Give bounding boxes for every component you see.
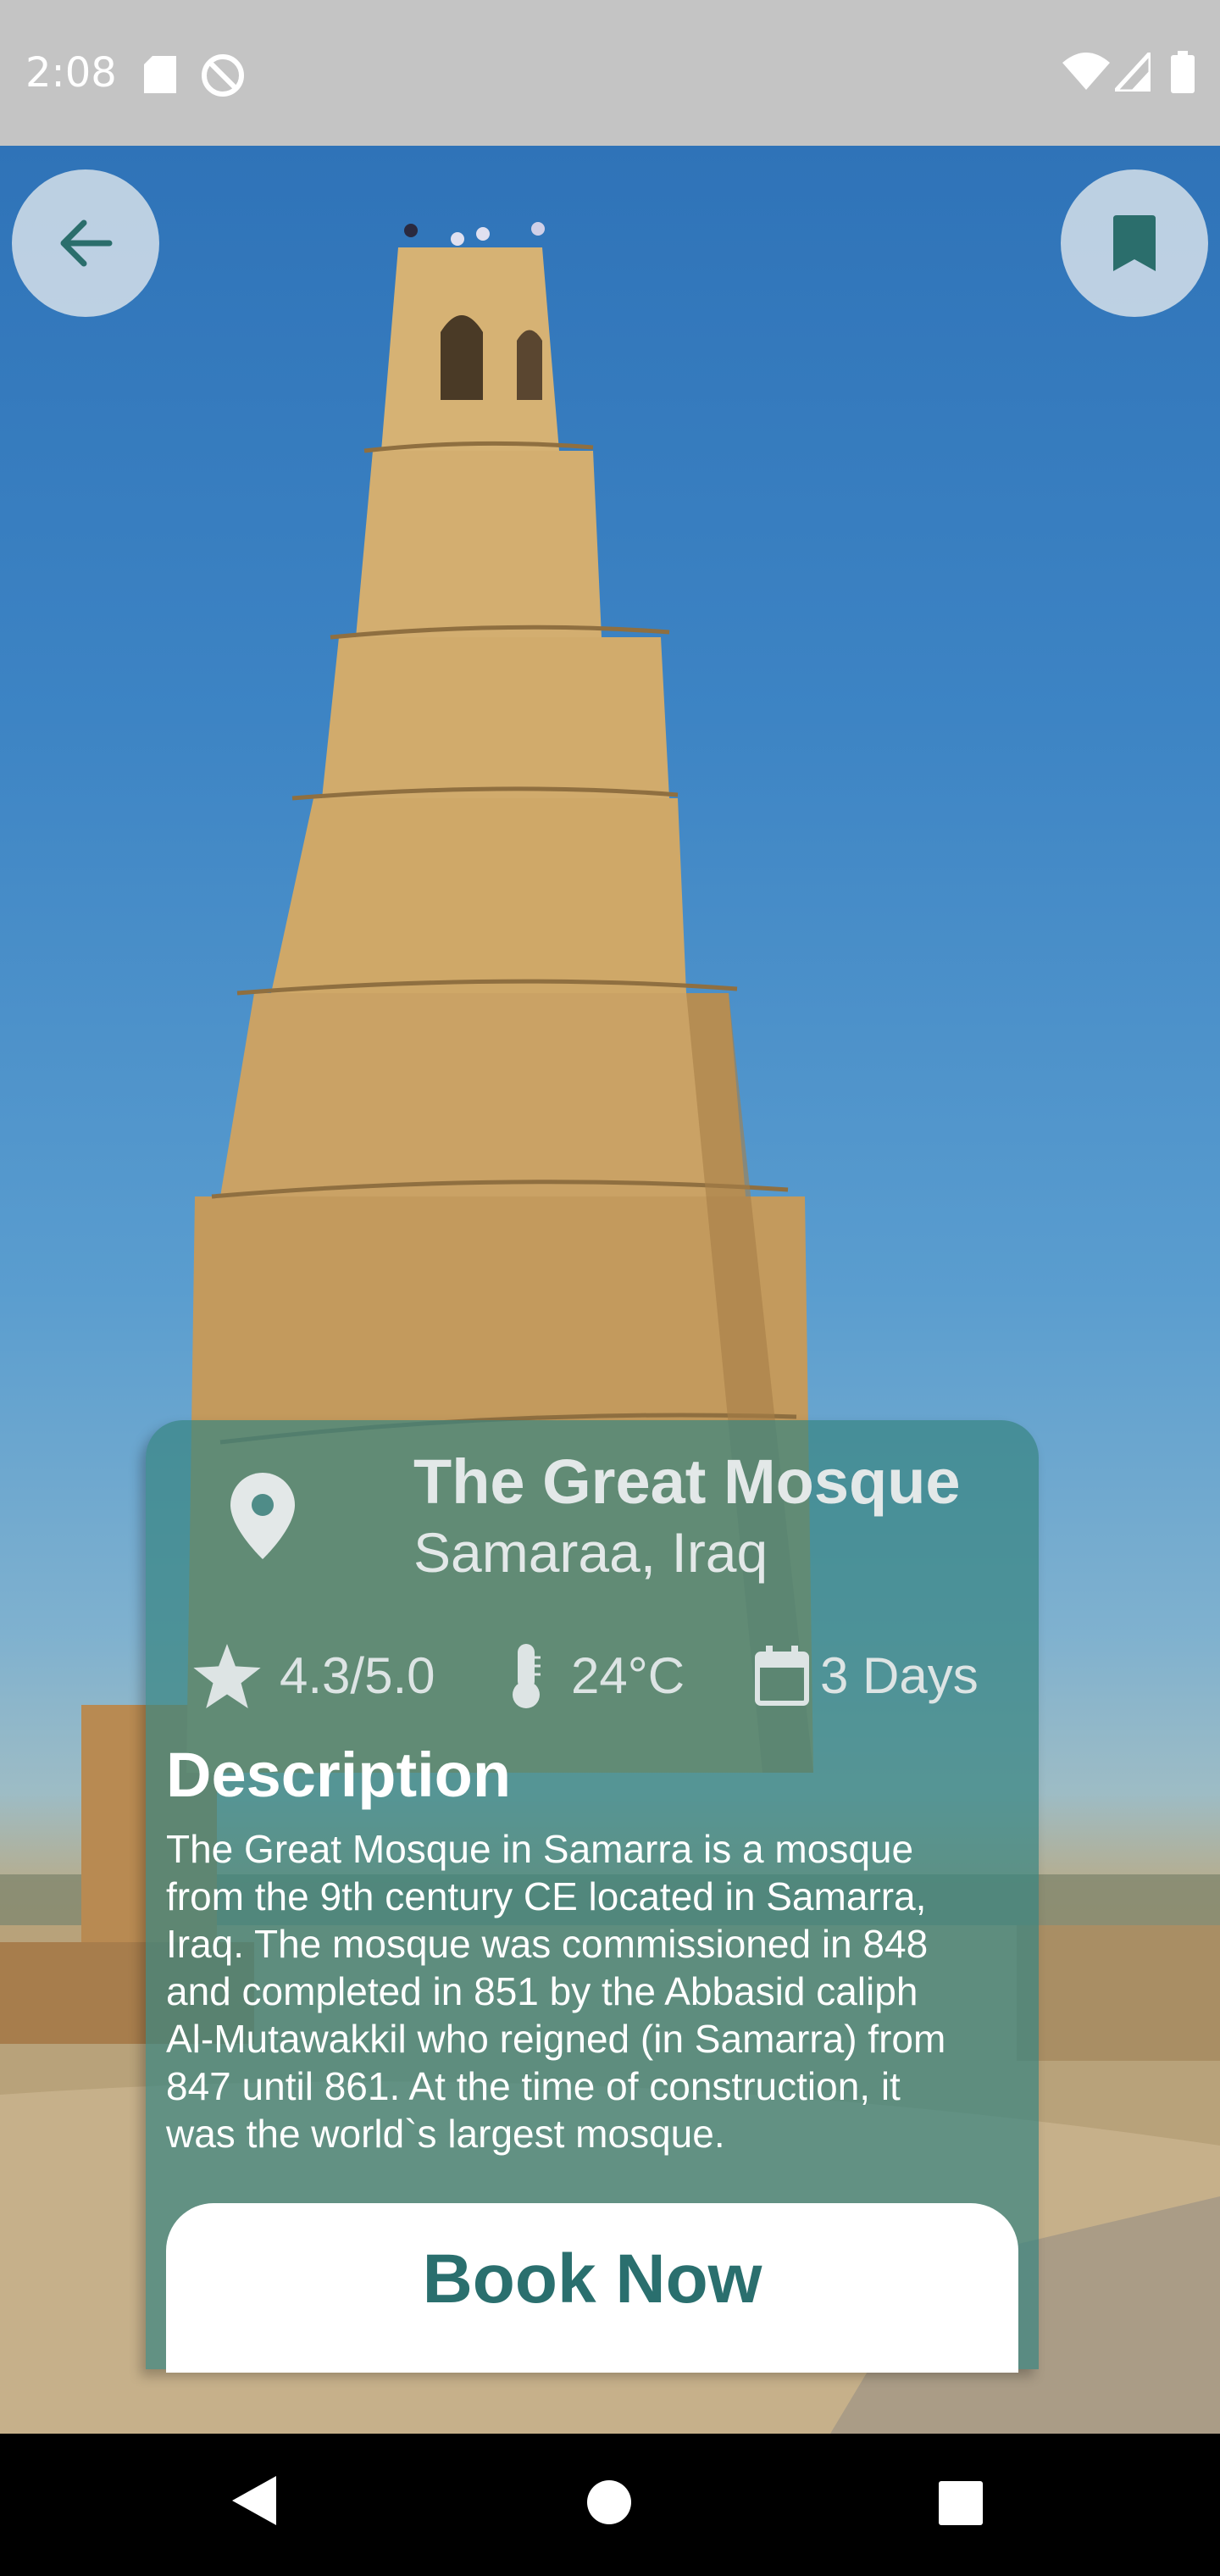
rating-value: 4.3/5.0 [280, 1647, 435, 1704]
place-title: The Great Mosque [413, 1446, 961, 1517]
place-stats: 4.3/5.0 24°C 3 Days [193, 1634, 1040, 1718]
thermometer-icon [513, 1644, 541, 1708]
home-circle-icon[interactable] [586, 2479, 632, 2525]
signal-icon [1115, 53, 1151, 92]
rating-stat: 4.3/5.0 [193, 1634, 435, 1718]
book-now-button[interactable]: Book Now [166, 2203, 1018, 2373]
calendar-icon [755, 1646, 809, 1706]
bookmark-button[interactable] [1061, 169, 1208, 317]
duration-value: 3 Days [820, 1647, 979, 1704]
description-text: The Great Mosque in Samarra is a mosque … [166, 1825, 1022, 2157]
temperature-value: 24°C [571, 1647, 685, 1704]
description-heading: Description [166, 1740, 512, 1810]
wifi-icon [1062, 53, 1110, 90]
description-line: The Great Mosque in Samarra is a mosque [166, 1827, 914, 1871]
duration-stat: 3 Days [754, 1634, 979, 1718]
back-triangle-icon[interactable] [232, 2476, 276, 2525]
temperature-stat: 24°C [507, 1634, 685, 1718]
recents-square-icon[interactable] [939, 2481, 983, 2525]
star-icon [193, 1644, 261, 1708]
description-line: Iraq. The mosque was commissioned in 848 [166, 1922, 929, 1966]
system-nav-bar [0, 2434, 1220, 2576]
arrow-left-icon [60, 219, 113, 267]
place-details-card: The Great Mosque Samaraa, Iraq 4.3/5.0 2… [146, 1420, 1040, 2373]
back-button[interactable] [12, 169, 159, 317]
book-now-label: Book Now [422, 2240, 762, 2318]
status-bar: 2:08 [0, 0, 1220, 146]
do-not-disturb-icon [202, 54, 244, 97]
description-line: 847 until 861. At the time of constructi… [166, 2064, 901, 2108]
status-time: 2:08 [25, 49, 117, 97]
sd-card-icon [144, 56, 176, 93]
description-line: was the world`s largest mosque. [166, 2112, 725, 2156]
place-location: Samaraa, Iraq [413, 1521, 768, 1584]
bookmark-icon [1113, 215, 1156, 271]
description-line: from the 9th century CE located in Samar… [166, 1874, 927, 1918]
battery-icon [1171, 51, 1195, 93]
location-pin-icon [230, 1473, 295, 1559]
description-line: and completed in 851 by the Abbasid cali… [166, 1969, 918, 2013]
description-line: Al-Mutawakkil who reigned (in Samarra) f… [166, 2017, 946, 2061]
